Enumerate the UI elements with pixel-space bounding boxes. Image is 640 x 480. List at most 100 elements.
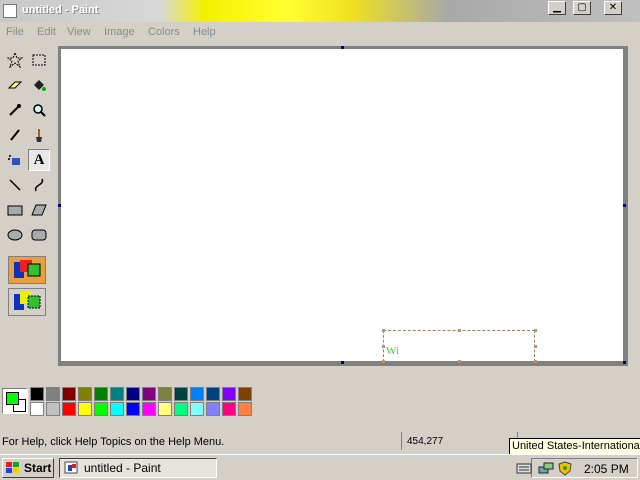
pick-color-tool[interactable] (4, 99, 26, 121)
text-box-handle-s[interactable] (458, 360, 461, 363)
brush-icon (36, 129, 42, 142)
ellipse-icon (7, 229, 23, 241)
transparent-background-icon (14, 292, 41, 310)
palette-color-swatch[interactable] (110, 402, 124, 416)
palette-color-swatch[interactable] (158, 402, 172, 416)
palette-color-swatch[interactable] (78, 387, 92, 401)
palette-color-swatch[interactable] (126, 387, 140, 401)
pencil-tool[interactable] (4, 124, 26, 146)
palette-color-swatch[interactable] (62, 387, 76, 401)
palette-color-swatch[interactable] (142, 387, 156, 401)
status-help-text: For Help, click Help Topics on the Help … (2, 436, 225, 448)
status-coords-cell: 454,277 (401, 432, 513, 450)
palette-color-swatch[interactable] (78, 402, 92, 416)
palette-color-swatch[interactable] (190, 402, 204, 416)
minimize-button[interactable]: ▁ (548, 1, 566, 15)
drawing-canvas[interactable]: Wi (58, 46, 626, 364)
palette-color-swatch[interactable] (30, 402, 44, 416)
canvas-resize-handle-bottom[interactable] (341, 361, 344, 364)
text-transparent-option[interactable] (8, 288, 46, 316)
text-box-handle-sw[interactable] (382, 360, 385, 363)
language-tooltip: United States-International (509, 438, 640, 455)
close-button[interactable]: ✕ (604, 1, 622, 15)
magnifier-tool[interactable] (28, 99, 50, 121)
text-tool[interactable]: A (28, 149, 50, 171)
rectangle-tool[interactable] (4, 199, 26, 221)
text-box-handle-ne[interactable] (534, 329, 537, 332)
rounded-rectangle-tool[interactable] (28, 224, 50, 246)
window-title: untitled - Paint (22, 4, 99, 16)
free-form-select-tool[interactable] (4, 49, 26, 71)
paint-app-icon[interactable] (3, 4, 17, 18)
menu-view[interactable]: View (67, 26, 91, 38)
palette-color-swatch[interactable] (46, 402, 60, 416)
menu-colors[interactable]: Colors (148, 26, 180, 38)
palette-color-swatch[interactable] (142, 402, 156, 416)
palette-color-swatch[interactable] (238, 387, 252, 401)
canvas-resize-handle-top[interactable] (341, 46, 344, 49)
polygon-tool[interactable] (28, 199, 50, 221)
menu-image[interactable]: Image (104, 26, 135, 38)
palette-color-swatch[interactable] (238, 402, 252, 416)
palette-color-swatch[interactable] (62, 402, 76, 416)
palette-color-swatch[interactable] (94, 387, 108, 401)
palette-color-swatch[interactable] (174, 387, 188, 401)
security-shield-icon[interactable] (558, 461, 572, 476)
text-box-handle-e[interactable] (534, 345, 537, 348)
network-icon[interactable] (538, 461, 554, 476)
canvas-resize-handle-left[interactable] (58, 204, 61, 207)
palette-color-swatch[interactable] (206, 402, 220, 416)
palette-color-swatch[interactable] (174, 402, 188, 416)
rounded-rectangle-icon (31, 229, 47, 241)
palette-color-swatch[interactable] (206, 387, 220, 401)
maximize-button[interactable]: ▢ (573, 1, 591, 15)
palette-color-swatch[interactable] (94, 402, 108, 416)
start-button[interactable]: Start (2, 458, 54, 478)
keyboard-icon[interactable] (516, 462, 532, 475)
color-box (0, 384, 260, 420)
menu-help[interactable]: Help (193, 26, 216, 38)
brush-tool[interactable] (28, 124, 50, 146)
palette-color-swatch[interactable] (190, 387, 204, 401)
taskbar: Start untitled - Paint 2:05 PM (0, 454, 640, 480)
paint-bucket-icon (34, 80, 46, 91)
line-icon (9, 179, 21, 191)
canvas-resize-handle-corner[interactable] (623, 361, 626, 364)
line-tool[interactable] (4, 174, 26, 196)
palette-color-swatch[interactable] (126, 402, 140, 416)
magnifier-icon (33, 104, 46, 117)
fill-tool[interactable] (28, 74, 50, 96)
palette-color-swatch[interactable] (46, 387, 60, 401)
star-select-icon (7, 52, 23, 68)
text-box-handle-nw[interactable] (382, 329, 385, 332)
text-entry-content: Wi (386, 345, 399, 357)
taskbar-paint-button[interactable]: untitled - Paint (59, 458, 217, 478)
rectangle-icon (7, 205, 23, 216)
text-opaque-option[interactable] (8, 256, 46, 284)
text-entry-box[interactable]: Wi (382, 329, 537, 363)
airbrush-tool[interactable] (4, 149, 26, 171)
text-box-handle-w[interactable] (382, 345, 385, 348)
select-tool[interactable] (28, 49, 50, 71)
ellipse-tool[interactable] (4, 224, 26, 246)
menu-edit[interactable]: Edit (37, 26, 56, 38)
opaque-background-icon (14, 260, 41, 278)
palette-color-swatch[interactable] (158, 387, 172, 401)
text-a-icon: A (33, 151, 45, 168)
menu-file[interactable]: File (6, 26, 24, 38)
title-bar[interactable]: untitled - Paint ▁ ▢ ✕ (0, 0, 640, 22)
palette-color-swatch[interactable] (222, 387, 236, 401)
palette-color-swatch[interactable] (30, 387, 44, 401)
palette-color-swatch[interactable] (110, 387, 124, 401)
text-box-handle-se[interactable] (534, 360, 537, 363)
palette-color-swatch[interactable] (222, 402, 236, 416)
canvas-resize-handle-right[interactable] (623, 204, 626, 207)
eraser-tool[interactable] (4, 74, 26, 96)
clock[interactable]: 2:05 PM (584, 462, 629, 476)
curve-tool[interactable] (28, 174, 50, 196)
text-box-handle-n[interactable] (458, 329, 461, 332)
foreground-color-swatch (6, 392, 19, 405)
cursor-coordinates: 454,277 (407, 436, 444, 447)
maximize-icon: ▢ (577, 2, 587, 13)
canvas-area[interactable]: Wi (58, 46, 628, 366)
